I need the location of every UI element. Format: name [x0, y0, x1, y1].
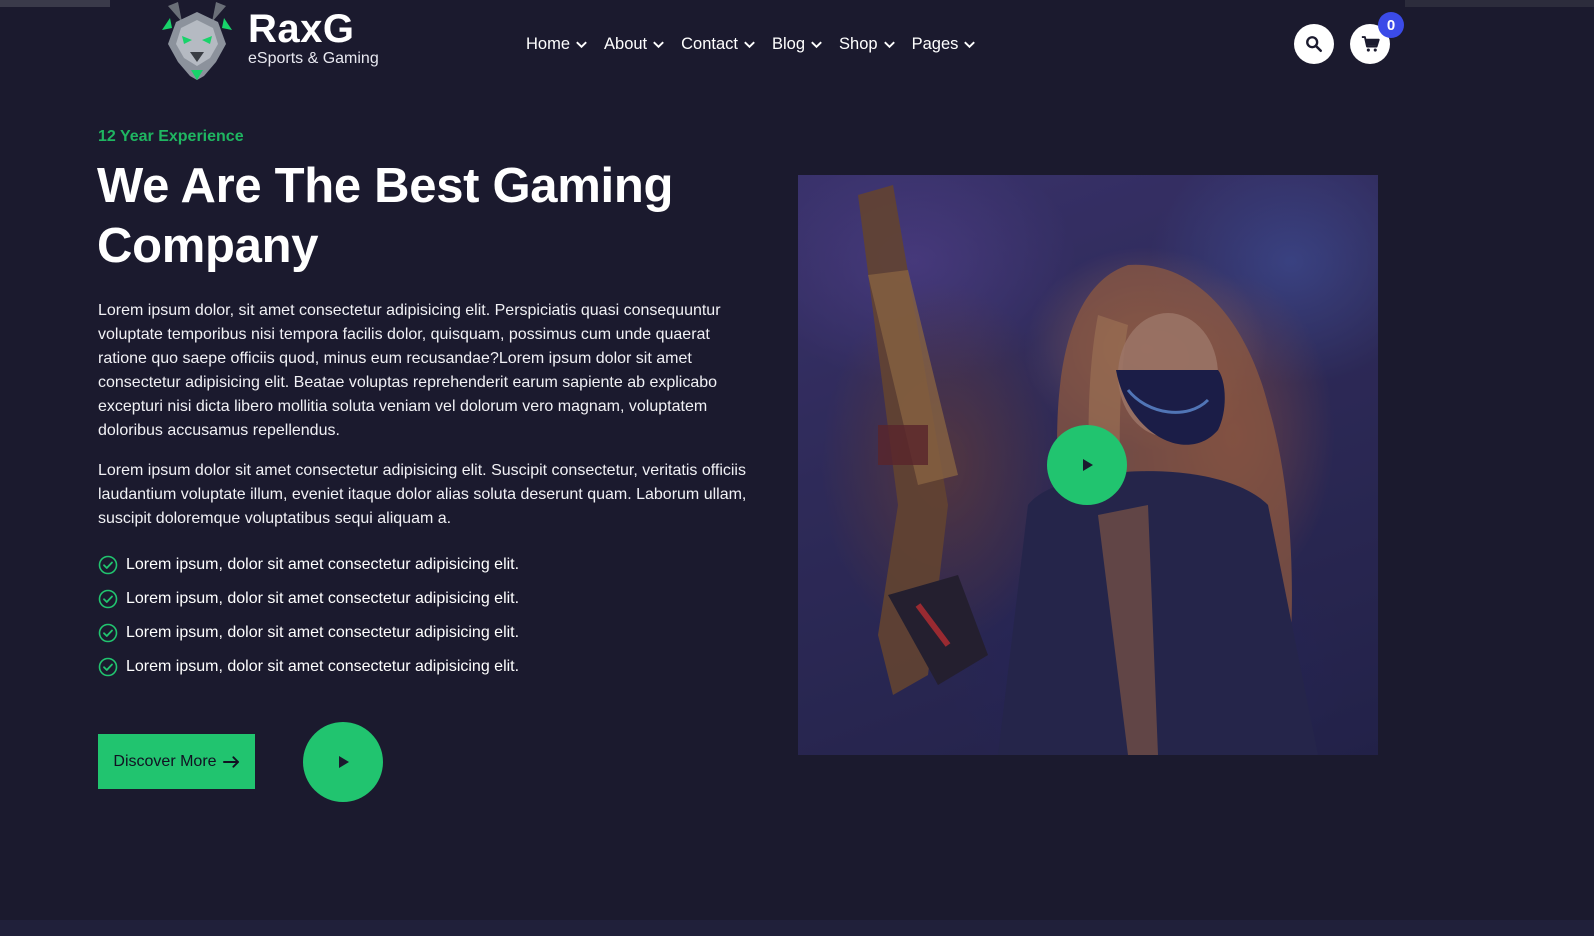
nav-item-shop[interactable]: Shop: [839, 35, 897, 54]
search-icon: [1306, 36, 1323, 53]
list-item-text: Lorem ipsum, dolor sit amet consectetur …: [126, 624, 520, 641]
discover-more-label: Discover More: [113, 752, 217, 770]
play-icon: [339, 756, 349, 768]
brand-name: RaxG: [248, 7, 355, 51]
nav-item-label: About: [604, 34, 648, 53]
nav-item-label: Shop: [839, 34, 878, 53]
nav-item-label: Contact: [681, 34, 739, 53]
top-strip: [1405, 0, 1594, 7]
play-icon: [1083, 459, 1093, 471]
experience-eyebrow: 12 Year Experience: [98, 128, 244, 145]
hero-paragraph: Lorem ipsum dolor sit amet consectetur a…: [98, 462, 747, 527]
brand-logo[interactable]: RaxG eSports & Gaming: [158, 0, 388, 82]
arrow-right-icon: [222, 755, 239, 768]
check-circle-icon: [98, 623, 118, 643]
nav-item-label: Home: [526, 34, 571, 53]
check-circle-icon: [98, 555, 118, 575]
list-item-text: Lorem ipsum, dolor sit amet consectetur …: [126, 590, 520, 607]
chevron-down-icon: [811, 40, 822, 48]
play-video-button[interactable]: [1047, 425, 1127, 505]
search-button[interactable]: [1294, 24, 1334, 64]
main-nav: Home About Contact Blog Shop Pages: [526, 30, 977, 58]
hero-paragraph: Lorem ipsum dolor, sit amet consectetur …: [98, 302, 721, 439]
nav-item-home[interactable]: Home: [526, 35, 589, 54]
list-item: Lorem ipsum, dolor sit amet consectetur …: [98, 582, 519, 616]
play-video-button[interactable]: [303, 722, 383, 802]
list-item-text: Lorem ipsum, dolor sit amet consectetur …: [126, 658, 520, 675]
nav-item-label: Pages: [911, 34, 959, 53]
cart-icon: [1361, 36, 1380, 52]
list-item: Lorem ipsum, dolor sit amet consectetur …: [98, 548, 519, 582]
top-strip: [0, 0, 110, 7]
hero-video-thumbnail[interactable]: [798, 175, 1378, 755]
chevron-down-icon: [744, 40, 755, 48]
nav-item-about[interactable]: About: [604, 35, 666, 54]
nav-item-blog[interactable]: Blog: [772, 35, 824, 54]
nav-item-contact[interactable]: Contact: [681, 35, 757, 54]
chevron-down-icon: [653, 40, 664, 48]
discover-more-button[interactable]: Discover More: [98, 734, 255, 789]
list-item: Lorem ipsum, dolor sit amet consectetur …: [98, 650, 519, 684]
list-item: Lorem ipsum, dolor sit amet consectetur …: [98, 616, 519, 650]
chevron-down-icon: [964, 40, 976, 48]
list-item-text: Lorem ipsum, dolor sit amet consectetur …: [126, 556, 520, 573]
section-divider: [0, 920, 1594, 936]
nav-item-pages[interactable]: Pages: [912, 35, 978, 54]
brand-tagline: eSports & Gaming: [248, 50, 379, 67]
nav-item-label: Blog: [772, 34, 806, 53]
hero-title: We Are The Best Gaming Company: [97, 159, 674, 273]
chevron-down-icon: [576, 40, 587, 48]
cart-count-badge: 0: [1378, 12, 1404, 38]
check-circle-icon: [98, 657, 118, 677]
chevron-down-icon: [883, 40, 895, 48]
wolf-logo-icon: [162, 2, 232, 80]
check-circle-icon: [98, 589, 118, 609]
feature-checklist: Lorem ipsum, dolor sit amet consectetur …: [98, 548, 519, 684]
